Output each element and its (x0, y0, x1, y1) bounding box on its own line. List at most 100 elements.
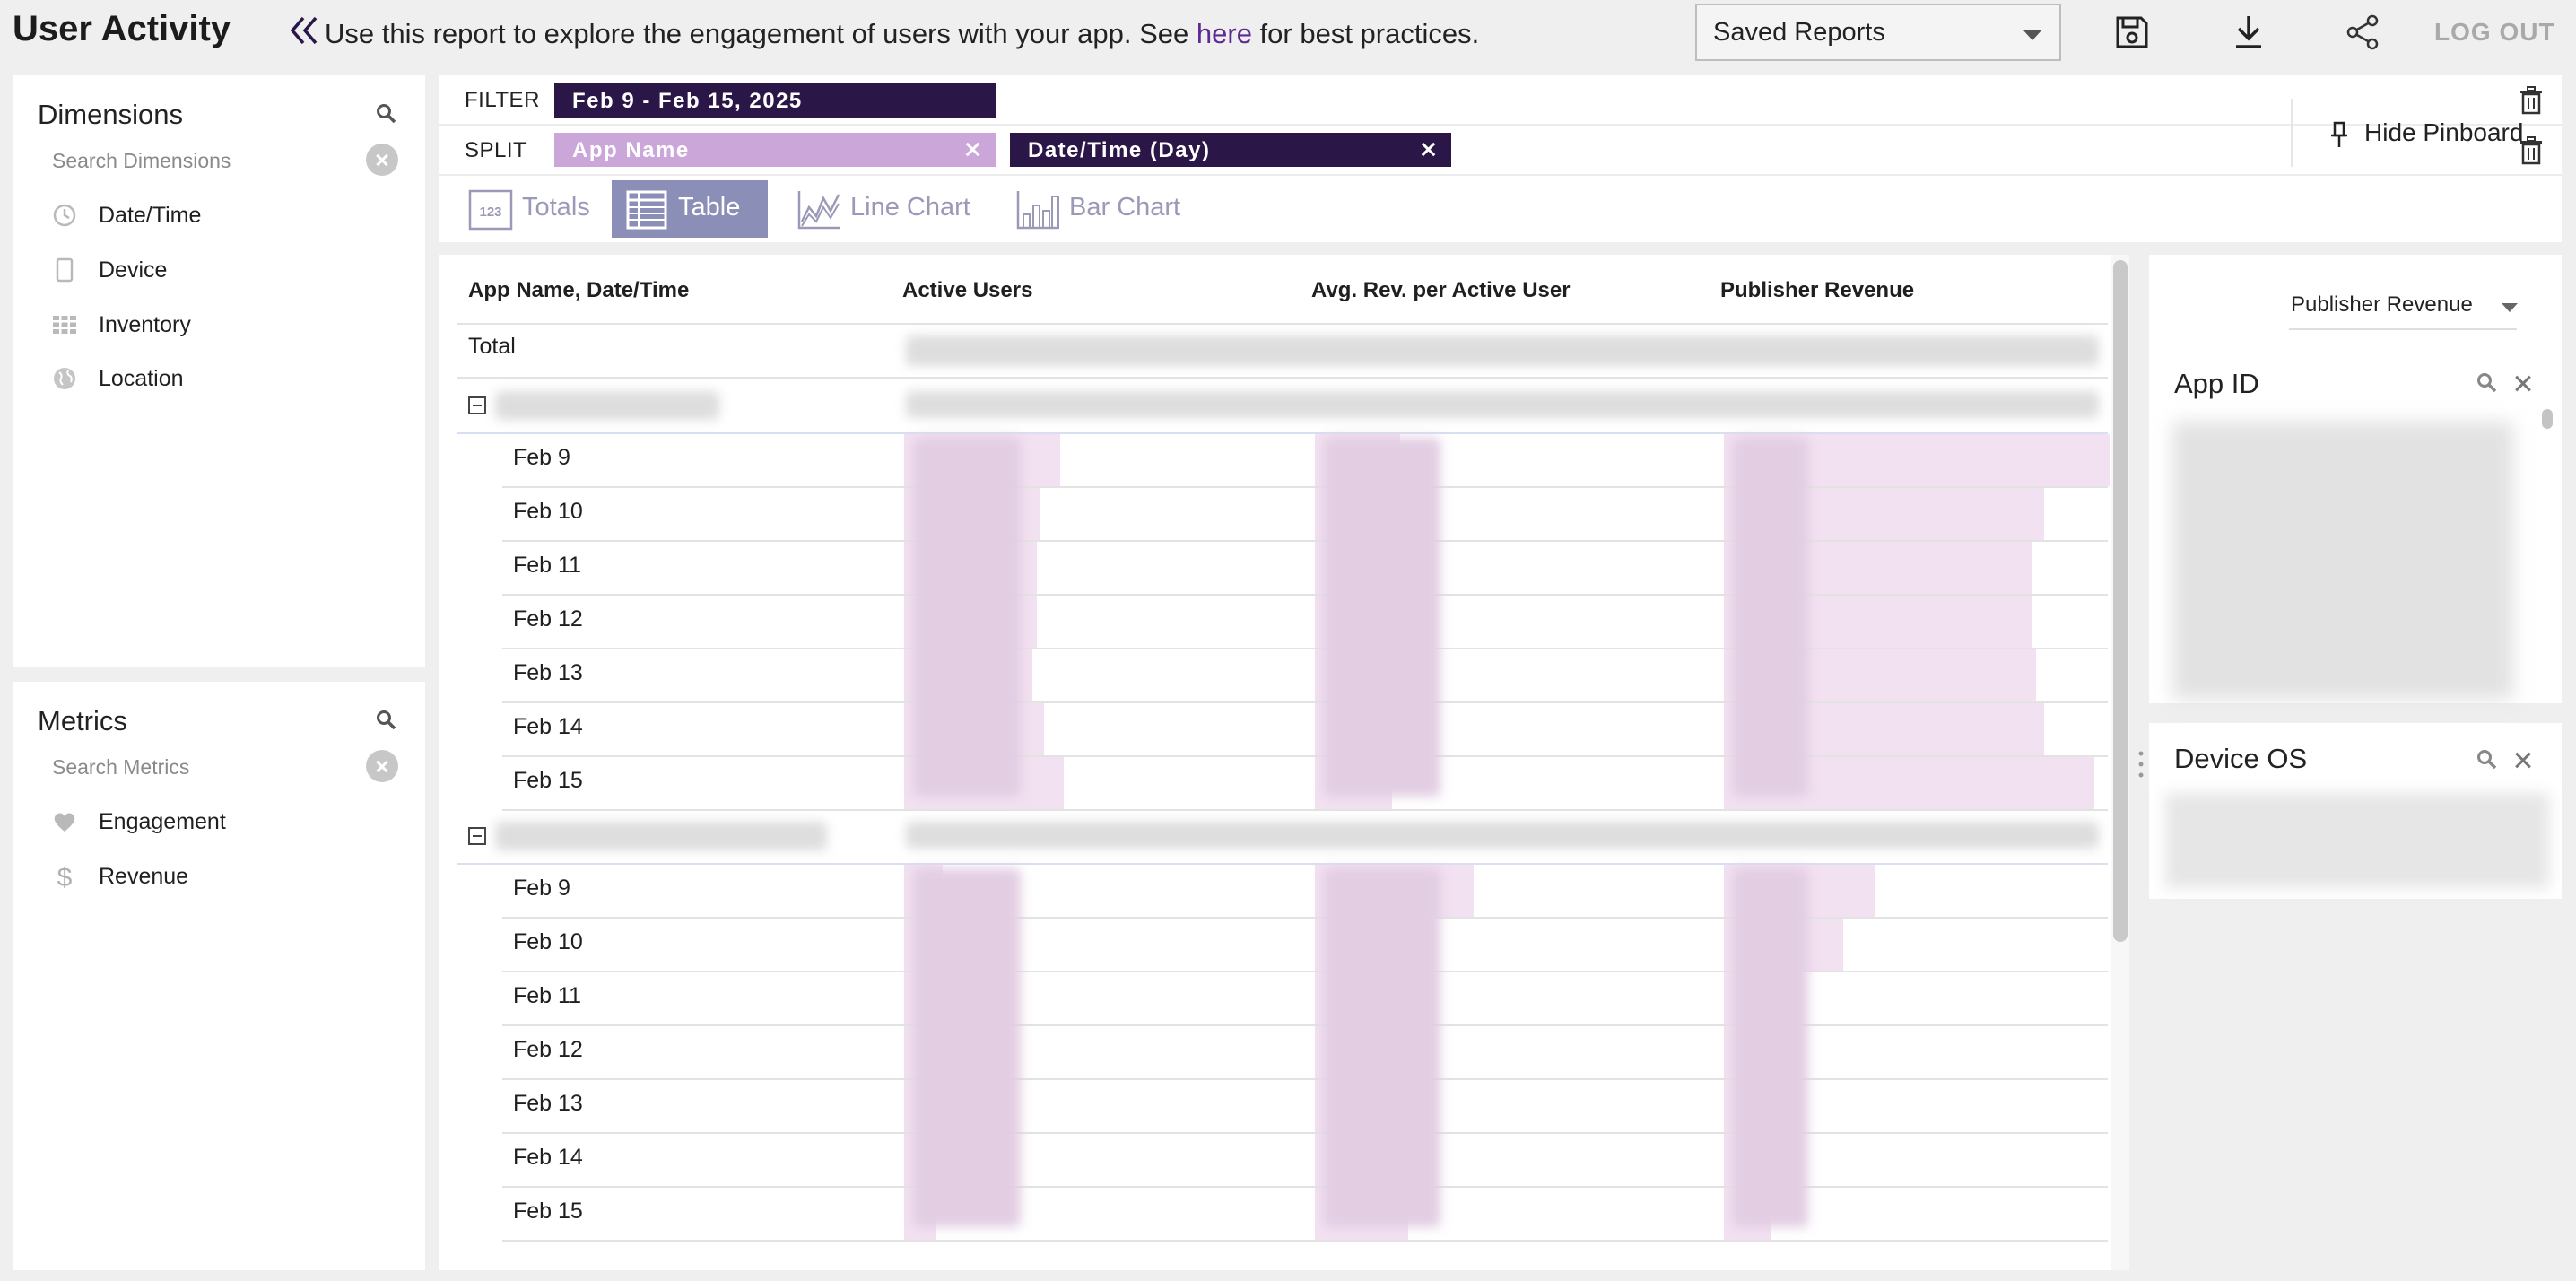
row-date-label: Feb 12 (513, 606, 583, 632)
dimensions-search-input[interactable] (52, 145, 357, 176)
close-icon[interactable] (962, 138, 983, 160)
hide-pinboard-label: Hide Pinboard (2364, 118, 2524, 146)
saved-reports-label: Saved Reports (1713, 18, 1885, 47)
column-header-publisher-revenue[interactable]: Publisher Revenue (1720, 278, 1914, 303)
row-date-label: Feb 10 (513, 499, 583, 524)
viz-label: Totals (522, 193, 590, 222)
dimension-item-inventory[interactable]: Inventory (52, 307, 411, 343)
notice-text-pre: Use this report to explore the engagemen… (325, 18, 1197, 49)
logout-button[interactable]: LOG OUT (2434, 18, 2555, 47)
table-scrollbar[interactable] (2113, 260, 2128, 942)
split-pill-label: App Name (572, 138, 690, 162)
metric-item-engagement[interactable]: Engagement (52, 804, 411, 840)
save-icon[interactable] (2112, 13, 2152, 52)
metric-item-revenue[interactable]: $ Revenue (52, 858, 411, 894)
collapse-toggle-icon[interactable] (468, 827, 486, 845)
pin-card-scrollbar[interactable] (2542, 409, 2553, 429)
redacted-group-totals (906, 822, 2099, 849)
redacted-app-id-list (2172, 422, 2513, 700)
column-header-active-users[interactable]: Active Users (902, 278, 1032, 303)
row-date-label: Feb 11 (513, 983, 581, 1008)
row-date-label: Feb 13 (513, 1091, 583, 1116)
heart-icon (54, 813, 75, 832)
split-pill-app-name[interactable]: App Name (554, 133, 996, 167)
row-date-label: Feb 9 (513, 445, 570, 470)
viz-label: Bar Chart (1069, 193, 1181, 222)
search-icon[interactable] (2476, 371, 2499, 395)
dimension-item-location[interactable]: Location (52, 361, 411, 396)
row-date-label: Feb 15 (513, 768, 583, 793)
search-icon[interactable] (375, 102, 398, 126)
viz-totals-button[interactable]: 123 Totals (456, 180, 608, 238)
metrics-search-input[interactable] (52, 752, 357, 782)
search-icon[interactable] (2476, 748, 2499, 771)
pin-card-title-device-os: Device OS (2174, 743, 2308, 774)
divider (439, 124, 2562, 126)
divider (457, 377, 2108, 379)
total-row-label: Total (468, 334, 516, 359)
metrics-title: Metrics (38, 705, 127, 736)
report-controls: FILTER Feb 9 - Feb 15, 2025 SPLIT App Na… (439, 75, 2562, 242)
split-label: SPLIT (465, 138, 527, 162)
page-title: User Activity (13, 9, 231, 48)
clear-search-icon[interactable] (366, 750, 398, 782)
column-header-avg-rev-per-active-user[interactable]: Avg. Rev. per Active User (1311, 278, 1571, 303)
dimension-item-date-time[interactable]: Date/Time (52, 197, 411, 233)
clear-search-icon[interactable] (366, 144, 398, 176)
close-icon[interactable] (1417, 138, 1439, 160)
dimension-label: Inventory (99, 312, 191, 337)
row-date-label: Feb 11 (513, 553, 581, 578)
chevron-down-icon (2023, 30, 2041, 40)
top-header: User Activity Use this report to explore… (0, 0, 2576, 72)
svg-text:123: 123 (479, 205, 501, 220)
notice-text-post: for best practices. (1251, 18, 1480, 49)
redacted-metric-values (913, 868, 1021, 1227)
share-icon[interactable] (2343, 13, 2382, 52)
redacted-metric-values (1733, 868, 1808, 1227)
data-table: App Name, Date/Time Active Users Avg. Re… (439, 255, 2129, 1270)
double-chevron-left-icon[interactable] (289, 14, 319, 47)
close-icon[interactable] (2513, 373, 2533, 393)
totals-icon: 123 (468, 189, 513, 231)
chevron-down-icon[interactable] (2502, 303, 2518, 312)
best-practices-link[interactable]: here (1197, 18, 1252, 49)
search-icon[interactable] (375, 709, 398, 732)
redacted-device-os-list (2165, 793, 2549, 888)
pinboard-resize-handle[interactable] (2137, 750, 2145, 779)
viz-line-chart-button[interactable]: Line Chart (784, 180, 990, 238)
viz-table-button[interactable]: Table (612, 180, 768, 238)
dimension-label: Date/Time (99, 203, 202, 228)
dollar-icon: $ (57, 864, 73, 889)
redacted-metric-values (1324, 868, 1440, 1227)
column-header-app-name-date-time[interactable]: App Name, Date/Time (468, 278, 689, 303)
redacted-metric-values (1733, 438, 1808, 797)
pinboard-sort-select[interactable]: Publisher Revenue (2291, 292, 2473, 318)
redacted-app-name (495, 391, 719, 420)
row-date-label: Feb 9 (513, 876, 570, 901)
divider (439, 174, 2562, 176)
viz-bar-chart-button[interactable]: Bar Chart (1003, 180, 1209, 238)
download-icon[interactable] (2229, 13, 2268, 52)
redacted-app-name (495, 822, 827, 850)
dimensions-title: Dimensions (38, 99, 183, 130)
filter-pill-date-range[interactable]: Feb 9 - Feb 15, 2025 (554, 83, 996, 118)
row-date-label: Feb 15 (513, 1198, 583, 1224)
hide-pinboard-button[interactable]: Hide Pinboard (2291, 99, 2571, 167)
divider (457, 323, 2108, 325)
metrics-panel: Metrics Engagement $ Revenue (13, 682, 425, 1270)
metric-label: Revenue (99, 864, 189, 889)
split-pill-label: Date/Time (Day) (1028, 138, 1211, 162)
saved-reports-dropdown[interactable]: Saved Reports (1695, 4, 2061, 61)
divider (502, 1078, 2108, 1080)
collapse-toggle-icon[interactable] (468, 396, 486, 414)
divider (502, 809, 2108, 811)
row-date-label: Feb 14 (513, 1145, 583, 1170)
divider (502, 1186, 2108, 1188)
redacted-group-totals (906, 391, 2099, 418)
row-date-label: Feb 10 (513, 929, 583, 954)
dimension-item-device[interactable]: Device (52, 252, 411, 288)
line-chart-icon (797, 191, 840, 230)
globe-icon (54, 368, 75, 389)
close-icon[interactable] (2513, 750, 2533, 770)
split-pill-date-time-day[interactable]: Date/Time (Day) (1010, 133, 1451, 167)
